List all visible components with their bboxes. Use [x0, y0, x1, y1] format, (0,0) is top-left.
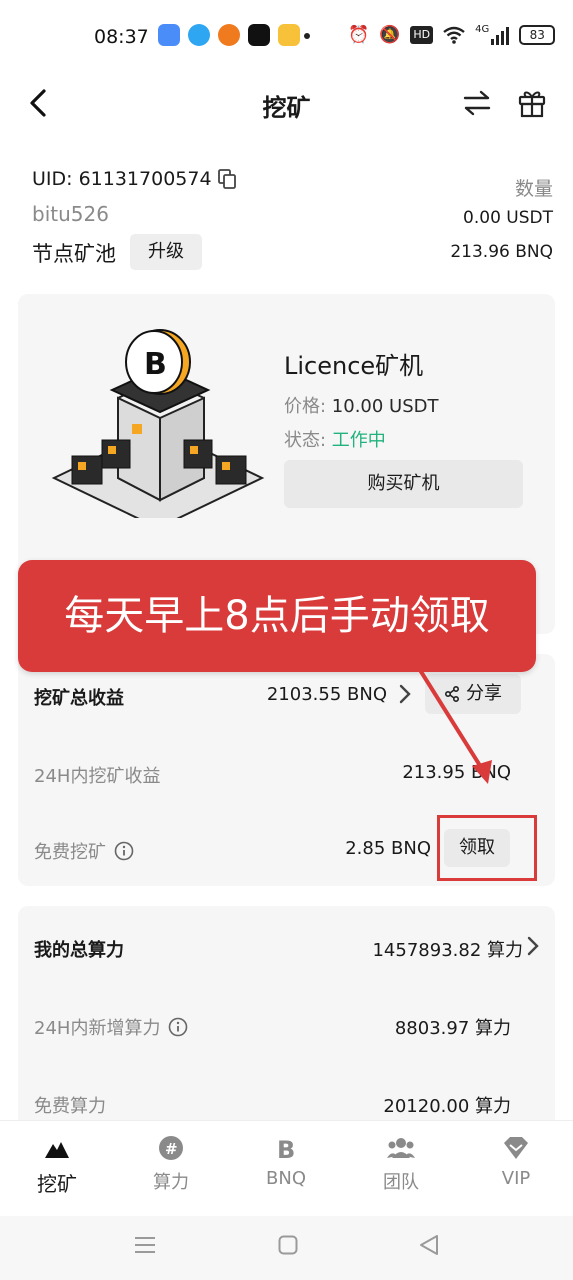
svg-text:B: B — [277, 1136, 295, 1162]
wifi-icon — [443, 26, 465, 44]
new-hashrate-row: 24H内新增算力 — [34, 1014, 188, 1040]
nav-item-vip[interactable]: VIP — [471, 1134, 561, 1189]
qq-app-icon — [188, 24, 210, 46]
uid-line: UID: 61131700574 — [32, 168, 236, 190]
nav-item-mining[interactable]: 挖矿 — [12, 1134, 102, 1197]
status-label: 状态: — [284, 430, 332, 451]
cellular-icon: 4G — [475, 24, 510, 45]
mountain-icon — [45, 1142, 69, 1158]
total-hashrate-value[interactable]: 1457893.82 算力 — [372, 936, 523, 962]
uid-text: UID: 61131700574 — [32, 168, 212, 190]
cloud-app-icon — [158, 24, 180, 46]
pumpkin-app-icon — [218, 24, 240, 46]
upgrade-button[interactable]: 升级 — [130, 234, 202, 270]
hashrate-icon: # — [159, 1136, 183, 1160]
nav-label: VIP — [501, 1168, 531, 1189]
claim-highlight-box — [437, 815, 537, 881]
status-value: 工作中 — [331, 430, 386, 451]
price-value: 10.00 USDT — [331, 396, 439, 417]
recent-apps-icon[interactable] — [134, 1235, 156, 1255]
free-mining-row: 免费挖矿 — [34, 838, 134, 864]
battery-icon: 83 — [519, 25, 556, 45]
quantity-label: 数量 — [514, 178, 553, 200]
svg-text:B: B — [144, 347, 167, 382]
alarm-icon: ⏰ — [348, 25, 370, 45]
network-type: 4G — [475, 24, 490, 35]
mute-icon: 🔕 — [379, 25, 401, 45]
free-hashrate-value: 20120.00 算力 — [383, 1096, 511, 1117]
new-hashrate-value: 8803.97 算力 — [394, 1018, 511, 1039]
notification-icons — [158, 24, 300, 46]
buy-machine-button[interactable]: 购买矿机 — [284, 460, 523, 508]
nav-label: 算力 — [153, 1172, 189, 1193]
tiktok-app-icon — [248, 24, 270, 46]
svg-text:#: # — [165, 1140, 178, 1158]
bnq-logo-icon: B — [277, 1136, 295, 1162]
mining-machine-illustration: B — [51, 329, 265, 518]
status-time: 08:37 — [94, 26, 149, 48]
nav-item-bnq[interactable]: B BNQ — [241, 1134, 331, 1189]
nav-item-hashrate[interactable]: # 算力 — [126, 1134, 216, 1194]
mail-app-icon — [278, 24, 300, 46]
nav-label: 团队 — [383, 1172, 419, 1193]
price-line: 价格: 10.00 USDT — [284, 392, 439, 418]
info-icon[interactable] — [168, 1017, 188, 1037]
copy-icon[interactable] — [217, 169, 236, 189]
total-earnings-label: 挖矿总收益 — [34, 688, 124, 709]
price-label: 价格: — [284, 396, 332, 417]
more-notifications-dot — [304, 33, 310, 39]
gift-icon[interactable] — [518, 88, 546, 118]
info-icon[interactable] — [114, 841, 134, 861]
system-back-icon[interactable] — [418, 1234, 440, 1256]
vip-diamond-icon — [504, 1137, 528, 1159]
instruction-banner: 每天早上8点后手动领取 — [18, 560, 536, 672]
nav-label: BNQ — [266, 1168, 306, 1189]
node-pool-label: 节点矿池 — [32, 242, 116, 266]
new-hashrate-label: 24H内新增算力 — [34, 1018, 161, 1039]
team-icon — [387, 1138, 415, 1158]
total-hashrate-label: 我的总算力 — [34, 940, 124, 961]
system-status-icons: ⏰ 🔕 HD 4G 83 — [348, 24, 556, 46]
free-mining-value: 2.85 BNQ — [345, 838, 431, 859]
status-line: 状态: 工作中 — [284, 426, 386, 452]
chevron-right-icon[interactable] — [526, 935, 540, 957]
machine-name: Licence矿机 — [284, 352, 424, 380]
hd-icon: HD — [410, 26, 434, 44]
username: bitu526 — [32, 202, 109, 226]
nav-label: 挖矿 — [37, 1172, 77, 1196]
usdt-balance: 0.00 USDT — [463, 208, 553, 228]
total-earnings-value[interactable]: 2103.55 BNQ — [267, 684, 387, 705]
home-icon[interactable] — [278, 1235, 298, 1255]
pointer-arrow-icon — [418, 668, 492, 784]
earnings-24h-label: 24H内挖矿收益 — [34, 766, 161, 787]
swap-icon[interactable] — [462, 90, 492, 116]
nav-item-team[interactable]: 团队 — [356, 1134, 446, 1194]
free-hashrate-label: 免费算力 — [34, 1096, 106, 1117]
bnq-balance: 213.96 BNQ — [450, 242, 553, 262]
free-mining-label: 免费挖矿 — [34, 842, 106, 863]
